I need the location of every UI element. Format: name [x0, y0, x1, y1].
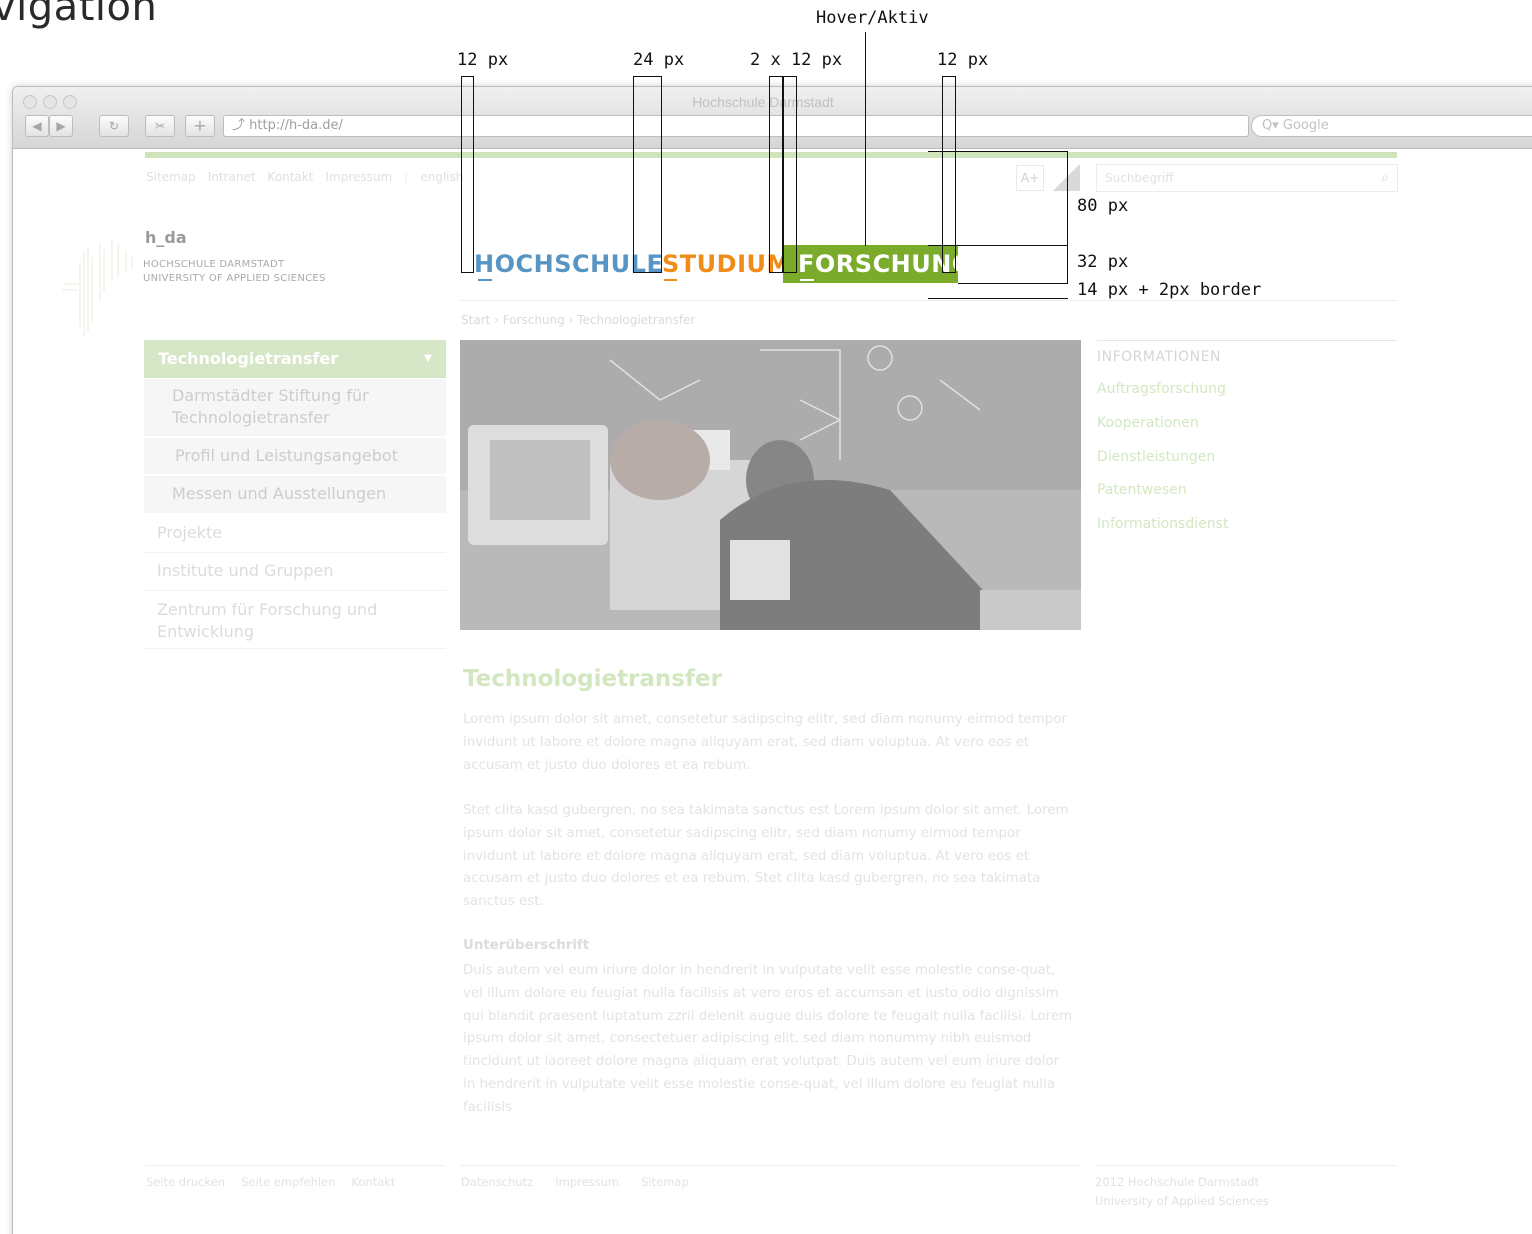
sidebar-subitem-profil[interactable]: Profil und Leistungsangebot [144, 438, 446, 475]
forward-arrow-icon[interactable]: ▶ [49, 115, 73, 137]
info-link-dienstleistungen[interactable]: Dienstleistungen [1097, 449, 1215, 465]
annotation-hover: Hover/Aktiv [816, 8, 929, 28]
meta-nav-kontakt[interactable]: Kontakt [268, 170, 314, 184]
url-field[interactable]: ⤴ http://h-da.de/ [223, 115, 1249, 137]
article-subheading: Unterüberschrift [463, 938, 590, 953]
footer-line-left [145, 1165, 445, 1166]
article-paragraph-1: Lorem ipsum dolor sit amet, consetetur s… [463, 712, 1067, 773]
sidebar-item-institute[interactable]: Institute und Gruppen [144, 553, 446, 591]
sidebar-subitem-messen[interactable]: Messen und Ausstellungen [144, 476, 446, 514]
footer-link-recommend[interactable]: Seite empfehlen [241, 1175, 335, 1189]
annotation-14px-border: 14 px + 2px border [1077, 280, 1262, 300]
site-search-placeholder: Suchbegriff [1105, 171, 1174, 185]
chevron-down-icon: ▼ [424, 353, 432, 364]
reload-icon[interactable]: ↻ [99, 115, 129, 137]
annotation-2x12px-box-b [783, 76, 797, 273]
browser-search-placeholder: Google [1282, 118, 1329, 133]
annotation-border-line [928, 298, 1068, 299]
logo-name[interactable]: h_da [145, 228, 187, 247]
browser-search-field[interactable]: Q▾ Google [1251, 115, 1532, 137]
magnifier-icon[interactable]: ⌕ [1381, 165, 1389, 191]
annotation-24px: 24 px [633, 50, 685, 70]
info-link-informationsdienst[interactable]: Informationsdienst [1097, 516, 1228, 532]
footer-left-links: Seite drucken Seite empfehlen Kontakt [146, 1175, 411, 1189]
article-title: Technologietransfer [463, 666, 722, 692]
info-link-patentwesen[interactable]: Patentwesen [1097, 482, 1187, 498]
meta-nav-intranet[interactable]: Intranet [208, 170, 256, 184]
contrast-icon[interactable] [1052, 165, 1080, 191]
sidebar-item-active[interactable]: Technologietransfer ▼ [144, 340, 446, 378]
annotation-12px-right-box [942, 76, 956, 273]
rss-icon: ⤴ [232, 118, 250, 133]
nav-forschung-underline [800, 279, 814, 281]
annotation-32px: 32 px [1077, 252, 1129, 272]
back-arrow-icon[interactable]: ◀ [25, 115, 49, 137]
annotation-80px-bottom-line [928, 245, 1068, 246]
nav-hochschule-underline [478, 279, 492, 281]
footer-link-print[interactable]: Seite drucken [146, 1175, 225, 1189]
footer-copyright-1: 2012 Hochschule Darmstadt [1095, 1175, 1260, 1189]
annotation-12px-left-box [461, 76, 474, 273]
annotation-24px-box [633, 76, 662, 273]
meta-nav-impressum[interactable]: Impressum [325, 170, 392, 184]
font-size-button[interactable]: A+ [1016, 165, 1044, 191]
footer-link-sitemap[interactable]: Sitemap [641, 1175, 689, 1189]
info-heading: INFORMATIONEN [1097, 349, 1221, 365]
meta-nav-sitemap[interactable]: Sitemap [146, 170, 196, 184]
footer-line-mid [460, 1165, 1080, 1166]
meta-nav-english[interactable]: english [420, 170, 463, 184]
annotation-80px: 80 px [1077, 196, 1129, 216]
hero-image [460, 340, 1081, 630]
annotation-12px-left: 12 px [457, 50, 509, 70]
info-link-auftragsforschung[interactable]: Auftragsforschung [1097, 381, 1226, 397]
annotation-2x12px-box-a [769, 76, 783, 273]
annotation-right-vertical [1067, 151, 1068, 284]
footer-line-right [1095, 1165, 1397, 1166]
footer-copyright-2: University of Applied Sciences [1095, 1194, 1269, 1208]
lab-photo-illustration [460, 340, 1081, 630]
sidebar-item-zentrum[interactable]: Zentrum für Forschung und Entwicklung [144, 591, 446, 649]
annotation-32px-bottom-line [958, 283, 1068, 284]
article-paragraph-3: Duis autem vel eum iriure dolor in hendr… [463, 963, 1073, 1115]
plus-icon[interactable]: + [185, 115, 215, 137]
window-title: Hochschule Darmstadt [692, 94, 834, 110]
sidebar-active-label: Technologietransfer [158, 349, 339, 368]
url-text: http://h-da.de/ [249, 118, 343, 133]
nav-separator-line [460, 300, 1398, 301]
footer-link-contact[interactable]: Kontakt [351, 1175, 395, 1189]
footer-link-privacy[interactable]: Datenschutz [461, 1175, 533, 1189]
meta-nav: Sitemap Intranet Kontakt Impressum | english [146, 170, 475, 184]
annotation-hover-line [865, 32, 866, 246]
search-icon: Q▾ [1262, 118, 1283, 133]
sidebar-subitem-stiftung[interactable]: Darmstädter Stiftung für Technologietran… [144, 379, 446, 437]
annotation-80px-top-line [928, 151, 1068, 152]
logo-line-1: HOCHSCHULE DARMSTADT [143, 259, 285, 270]
footer-mid-links: Datenschutz Impressum Sitemap [461, 1175, 705, 1189]
meta-nav-divider: | [404, 170, 409, 184]
annotation-2x12px: 2 x 12 px [750, 50, 843, 70]
site-search-input[interactable]: Suchbegriff ⌕ [1096, 164, 1398, 192]
info-link-kooperationen[interactable]: Kooperationen [1097, 415, 1199, 431]
breadcrumb[interactable]: Start › Forschung › Technologietransfer [461, 313, 695, 327]
logo-line-2: UNIVERSITY OF APPLIED SCIENCES [143, 273, 326, 284]
nav-studium-underline [664, 279, 677, 281]
article-paragraph-2: Stet clita kasd gubergren, no sea takima… [463, 803, 1069, 910]
sidebar-item-projekte[interactable]: Projekte [144, 515, 446, 553]
annotation-12px-right: 12 px [937, 50, 989, 70]
info-top-line [1097, 340, 1397, 341]
webclip-icon[interactable]: ✂ [145, 115, 175, 137]
footer-link-imprint[interactable]: Impressum [555, 1175, 619, 1189]
page-heading: vigation [0, 0, 158, 30]
logo-graphic-icon [62, 240, 133, 337]
